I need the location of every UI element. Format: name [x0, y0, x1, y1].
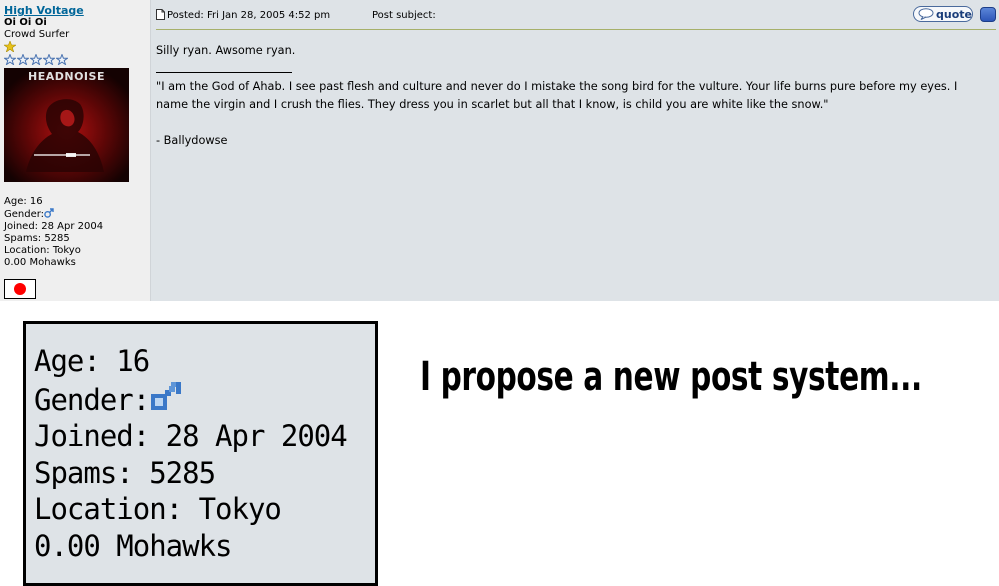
signature-quote: "I am the God of Ahab. I see past flesh … — [156, 80, 958, 111]
post-header: Posted: Fri Jan 28, 2005 4:52 pm Post su… — [156, 6, 996, 30]
flag-red-circle — [14, 283, 26, 295]
rank-star-icon — [4, 54, 16, 65]
quote-button-label: quote — [936, 8, 972, 21]
poster-age: Age: 16 — [4, 196, 43, 207]
zoomed-gender-label: Gender: — [34, 382, 150, 417]
post-message: Silly ryan. Awsome ryan. "I am the God o… — [156, 42, 992, 150]
poster-joined: Joined: 28 Apr 2004 — [4, 221, 104, 232]
caption-text: I propose a new post system... — [420, 354, 922, 400]
post-icon — [156, 9, 165, 20]
zoomed-joined: Joined: 28 Apr 2004 — [34, 419, 348, 453]
poster-details: Age: 16 Gender: Joined: 28 Apr 2004 Spam… — [4, 196, 103, 269]
post-body-column: Posted: Fri Jan 28, 2005 4:52 pm Post su… — [152, 0, 999, 301]
rank-star-icon — [43, 54, 55, 65]
rank-star-icon — [30, 54, 42, 65]
poster-rank-subtitle: Crowd Surfer — [4, 29, 70, 40]
post-message-text: Silly ryan. Awsome ryan. — [156, 44, 296, 57]
poster-avatar: HEADNOISE — [4, 68, 129, 182]
poster-gender-label: Gender: — [4, 209, 45, 220]
avatar-image — [4, 68, 129, 182]
rank-stars — [4, 54, 68, 65]
poster-spams: Spams: 5285 — [4, 233, 70, 244]
zoomed-details: Age: 16 Gender: Joined: 28 Apr 2004 Spam… — [34, 343, 348, 564]
signature-divider — [156, 72, 292, 73]
japan-flag-icon — [4, 279, 36, 299]
male-gender-icon — [44, 208, 54, 218]
avatar-logo-text: HEADNOISE — [28, 70, 105, 83]
poster-location: Location: Tokyo — [4, 245, 81, 256]
poster-profile-column: High Voltage Oi Oi Oi Crowd Surfer HEADN… — [0, 0, 151, 301]
zoomed-details-card: Age: 16 Gender: Joined: 28 Apr 2004 Spam… — [23, 321, 378, 586]
post-timestamp: Posted: Fri Jan 28, 2005 4:52 pm — [167, 10, 331, 21]
forum-post: High Voltage Oi Oi Oi Crowd Surfer HEADN… — [0, 0, 999, 301]
gold-star-icon — [4, 41, 16, 52]
poster-username-link[interactable]: High Voltage — [4, 4, 84, 17]
zoomed-gender-row: Gender: — [34, 380, 347, 419]
signature-author: - Ballydowse — [156, 134, 228, 147]
quote-button[interactable]: quote — [913, 6, 973, 22]
rank-star-icon — [17, 54, 29, 65]
post-subject: Post subject: — [372, 10, 436, 21]
zoomed-location: Location: Tokyo — [34, 492, 282, 526]
zoomed-spams: Spams: 5285 — [34, 455, 216, 490]
zoomed-mohawks: 0.00 Mohawks — [34, 528, 233, 563]
post-action-button[interactable] — [980, 7, 996, 22]
rank-star-icon — [56, 54, 68, 65]
poster-mohawks: 0.00 Mohawks — [4, 257, 76, 268]
poster-rank-title: Oi Oi Oi — [4, 17, 47, 28]
zoomed-age: Age: 16 — [34, 344, 150, 378]
speech-bubble-icon — [918, 8, 934, 20]
poster-gender-row: Gender: — [4, 208, 103, 221]
male-gender-icon — [151, 381, 182, 410]
